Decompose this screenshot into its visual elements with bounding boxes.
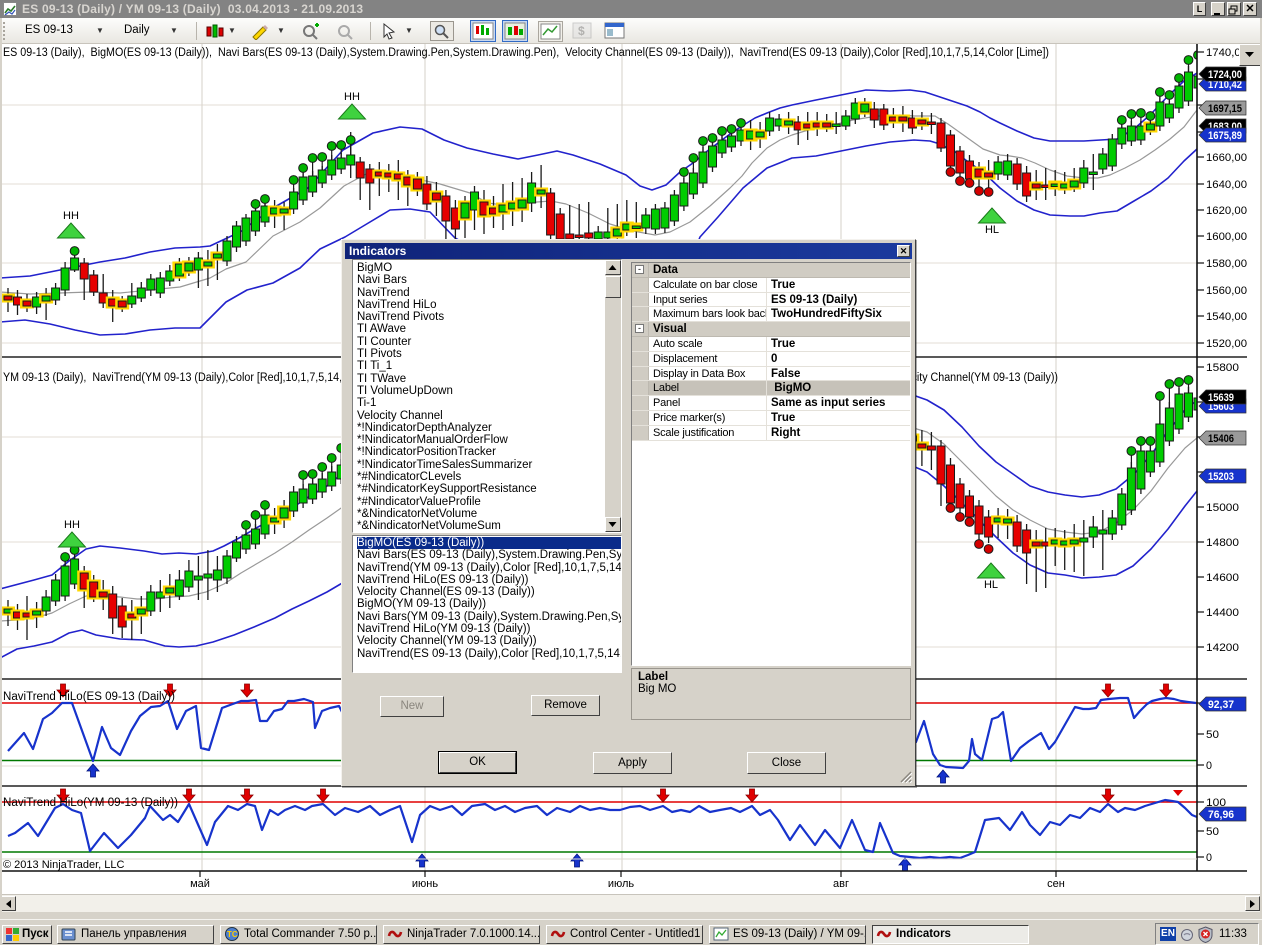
svg-text:50: 50 (1206, 826, 1219, 838)
svg-text:1520,00: 1520,00 (1206, 338, 1247, 350)
svg-text:HH: HH (63, 210, 79, 222)
svg-text:1697,15: 1697,15 (1208, 103, 1242, 115)
svg-text:15203: 15203 (1208, 471, 1234, 483)
svg-text:0: 0 (1206, 760, 1212, 772)
svg-text:1540,00: 1540,00 (1206, 311, 1247, 323)
svg-text:NaviTrend HiLo(YM 09-13 (Daily: NaviTrend HiLo(YM 09-13 (Daily)) (3, 797, 178, 809)
svg-text:14400: 14400 (1206, 607, 1239, 619)
svg-text:май: май (190, 878, 210, 890)
svg-text:1620,00: 1620,00 (1206, 205, 1247, 217)
svg-text:сен: сен (1047, 878, 1065, 890)
svg-text:15000: 15000 (1206, 502, 1239, 514)
svg-text:14800: 14800 (1206, 537, 1239, 549)
svg-text:14600: 14600 (1206, 572, 1239, 584)
svg-text:HL: HL (985, 224, 999, 236)
svg-text:0: 0 (1206, 852, 1212, 864)
svg-text:NaviTrend HiLo(ES 09-13 (Daily: NaviTrend HiLo(ES 09-13 (Daily)) (3, 691, 175, 703)
svg-text:ES 09-13 (Daily), BigMO(ES 09: ES 09-13 (Daily), BigMO(ES 09-13 (Daily)… (3, 47, 1049, 59)
svg-text:1640,00: 1640,00 (1206, 179, 1247, 191)
svg-text:50: 50 (1206, 729, 1219, 741)
svg-text:HH: HH (64, 519, 80, 531)
svg-text:авг: авг (833, 878, 849, 890)
svg-text:$: $ (578, 24, 585, 38)
svg-text:1560,00: 1560,00 (1206, 285, 1247, 297)
svg-text:1600,00: 1600,00 (1206, 231, 1247, 243)
svg-text:15800: 15800 (1206, 362, 1239, 374)
svg-text:© 2013 NinjaTrader, LLC: © 2013 NinjaTrader, LLC (3, 859, 124, 871)
svg-text:1660,00: 1660,00 (1206, 152, 1247, 164)
svg-text:1724,00: 1724,00 (1208, 69, 1242, 81)
svg-text:15406: 15406 (1208, 433, 1234, 445)
svg-text:TC: TC (227, 930, 238, 939)
svg-text:14200: 14200 (1206, 642, 1239, 654)
svg-text:июнь: июнь (412, 878, 438, 890)
svg-text:1580,00: 1580,00 (1206, 258, 1247, 270)
svg-text:1675,89: 1675,89 (1208, 130, 1242, 142)
svg-text:76,96: 76,96 (1208, 809, 1234, 821)
svg-text:HL: HL (984, 579, 998, 591)
svg-text:HH: HH (344, 91, 360, 103)
svg-text:июль: июль (608, 878, 635, 890)
svg-text:92,37: 92,37 (1208, 699, 1234, 711)
svg-text:15639: 15639 (1208, 392, 1234, 404)
